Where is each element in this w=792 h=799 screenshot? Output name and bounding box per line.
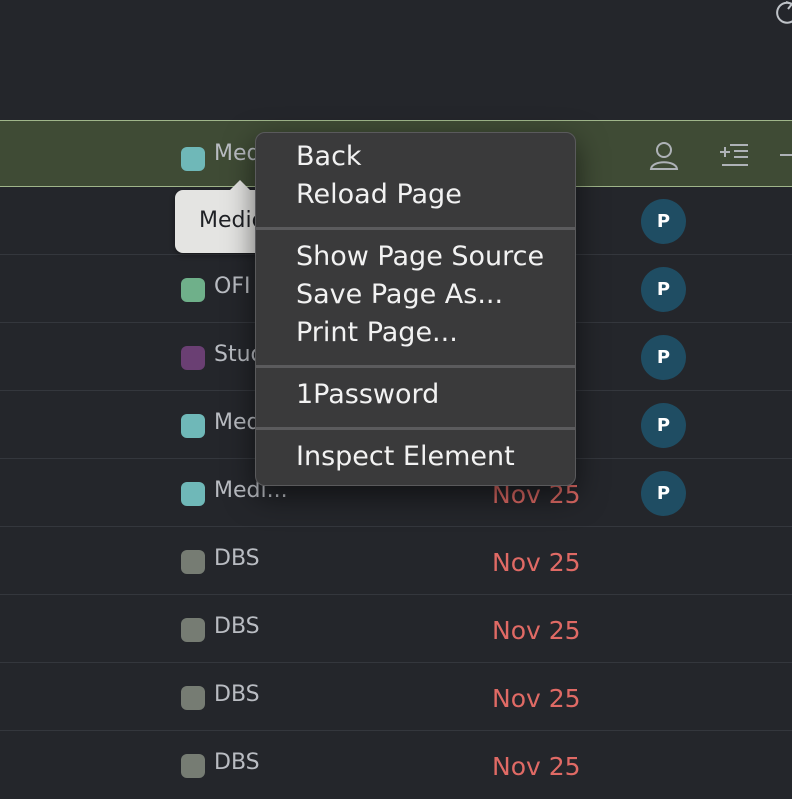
- due-date: Nov 25: [492, 752, 581, 781]
- minus-icon[interactable]: [780, 139, 792, 171]
- menu-item-show-page-source[interactable]: Show Page Source: [296, 241, 544, 272]
- table-row[interactable]: DBS Nov 25: [0, 528, 792, 595]
- person-icon[interactable]: [648, 139, 680, 171]
- row-title: DBS: [214, 614, 260, 639]
- color-swatch: [181, 147, 205, 171]
- color-swatch: [181, 754, 205, 778]
- row-title: DBS: [214, 750, 260, 775]
- refresh-icon[interactable]: [774, 0, 792, 28]
- color-swatch: [181, 482, 205, 506]
- table-row[interactable]: DBS Nov 25: [0, 732, 792, 799]
- row-title: Med: [214, 141, 261, 166]
- menu-item-back[interactable]: Back: [296, 141, 362, 172]
- avatar[interactable]: P: [641, 403, 686, 448]
- avatar[interactable]: P: [641, 267, 686, 312]
- color-swatch: [181, 550, 205, 574]
- avatar[interactable]: P: [641, 199, 686, 244]
- table-row[interactable]: DBS Nov 25: [0, 596, 792, 663]
- avatar[interactable]: P: [641, 335, 686, 380]
- tooltip-text: Medic: [199, 208, 264, 233]
- top-bar: [0, 0, 792, 120]
- color-swatch: [181, 278, 205, 302]
- table-row[interactable]: DBS Nov 25: [0, 664, 792, 731]
- menu-separator: [256, 227, 575, 230]
- color-swatch: [181, 414, 205, 438]
- row-title: DBS: [214, 682, 260, 707]
- menu-item-1password[interactable]: 1Password: [296, 379, 439, 410]
- menu-separator: [256, 427, 575, 430]
- row-title: Med: [214, 410, 261, 435]
- color-swatch: [181, 618, 205, 642]
- row-title: DBS: [214, 546, 260, 571]
- menu-item-save-page-as[interactable]: Save Page As...: [296, 279, 503, 310]
- menu-separator: [256, 365, 575, 368]
- title-tooltip: Medic: [175, 180, 267, 253]
- context-menu: Back Reload Page Show Page Source Save P…: [255, 132, 576, 486]
- menu-item-print-page[interactable]: Print Page...: [296, 317, 458, 348]
- color-swatch: [181, 346, 205, 370]
- avatar[interactable]: P: [641, 471, 686, 516]
- row-title: OFI: [214, 274, 251, 299]
- menu-item-inspect-element[interactable]: Inspect Element: [296, 441, 515, 472]
- due-date: Nov 25: [492, 548, 581, 577]
- due-date: Nov 25: [492, 684, 581, 713]
- due-date: Nov 25: [492, 616, 581, 645]
- add-list-icon[interactable]: [718, 139, 750, 171]
- menu-item-reload-page[interactable]: Reload Page: [296, 179, 462, 210]
- color-swatch: [181, 686, 205, 710]
